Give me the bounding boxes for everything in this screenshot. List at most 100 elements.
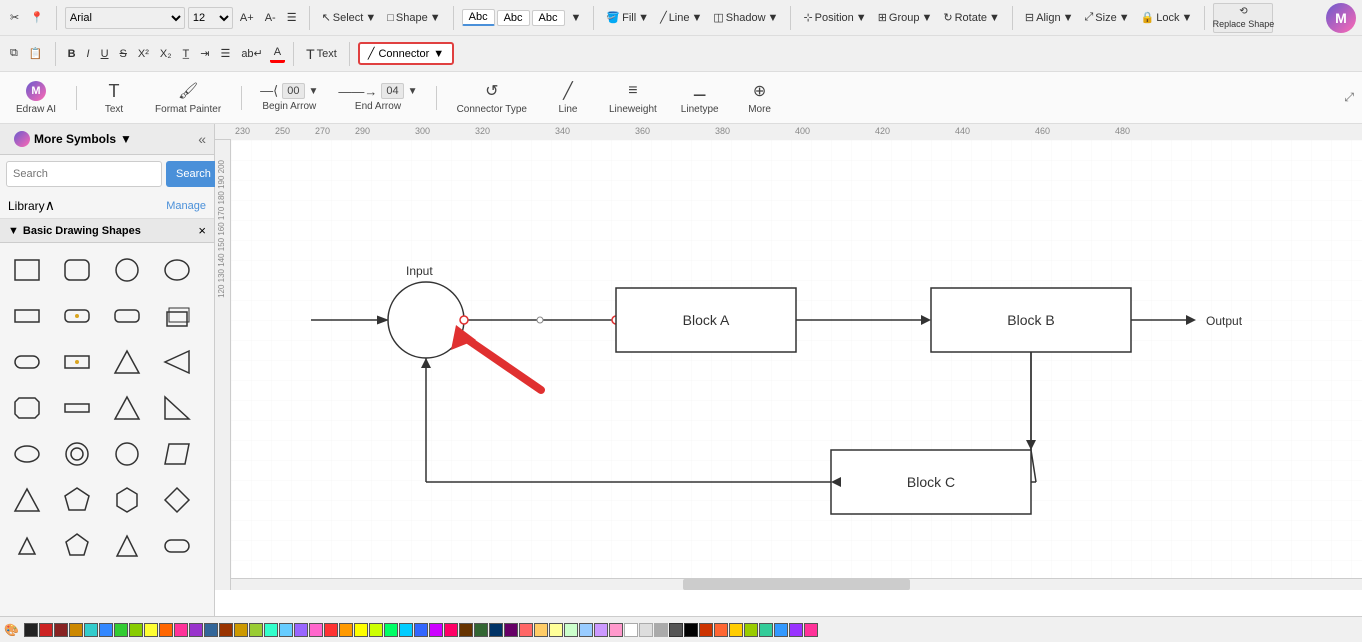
replace-shape-button[interactable]: ⟲ Replace Shape [1213,3,1273,33]
color-dodgerblue[interactable] [774,623,788,637]
color-deeppink[interactable] [804,623,818,637]
text-format-button[interactable]: T̲ [178,46,193,62]
color-red2[interactable] [54,623,68,637]
shape-pentagon2[interactable] [56,525,98,567]
strikethrough-button[interactable]: S [116,46,131,62]
shape-rounded-rect2[interactable] [56,295,98,337]
styles-more-button[interactable]: ▼ [567,10,586,26]
italic-button[interactable]: I [83,46,94,62]
color-gray[interactable] [654,623,668,637]
shape-triangle2[interactable] [106,387,148,429]
color-orange2[interactable] [159,623,173,637]
color-magenta[interactable] [444,623,458,637]
align-button[interactable]: ☰ [283,9,301,26]
cut-button[interactable]: ✂ [6,9,23,26]
select-button[interactable]: ↖ Select ▼ [318,9,381,26]
color-bar-icon[interactable]: 🎨 [4,623,19,637]
shape-right-triangle[interactable] [156,387,198,429]
size-button[interactable]: ⤢ Size ▼ [1080,9,1133,26]
position-button[interactable]: ⊹ Position ▼ [799,9,870,26]
font-size-select[interactable]: 12 [188,7,233,29]
connector-type-tool[interactable]: ↺ Connector Type [449,78,535,117]
list-indent-button[interactable]: ⇥ [196,45,213,62]
color-red1[interactable] [39,623,53,637]
color-lavender[interactable] [294,623,308,637]
shape-circle2[interactable] [106,433,148,475]
color-blueviolet[interactable] [789,623,803,637]
shape-triangle-right[interactable] [156,341,198,383]
style-abc1[interactable]: Abc [462,9,495,26]
style-abc2[interactable]: Abc [497,10,530,26]
color-lightgray[interactable] [639,623,653,637]
style-abc3[interactable]: Abc [532,10,565,26]
scroll-thumb-h[interactable] [683,579,909,590]
subscript-button[interactable]: X₂ [156,46,176,62]
color-azure[interactable] [399,623,413,637]
color-green2[interactable] [129,623,143,637]
text-tool-r3[interactable]: T Text [89,78,139,117]
format-painter-tool[interactable]: 🖌 Format Painter [147,78,229,117]
line-tool[interactable]: ╱ Line [543,78,593,117]
shape-circle[interactable] [106,249,148,291]
color-honeydew[interactable] [564,623,578,637]
color-wisteria[interactable] [594,623,608,637]
color-pink[interactable] [174,623,188,637]
color-yellow[interactable] [144,623,158,637]
list-button[interactable]: ☰ [216,45,234,62]
shape-rect-small[interactable] [6,295,48,337]
shape-rounded-ends[interactable] [156,525,198,567]
shape-chamfer-rect[interactable] [6,387,48,429]
text-tool-button[interactable]: T Text [302,44,341,64]
color-white[interactable] [624,623,638,637]
color-yellowgreen[interactable] [744,623,758,637]
shape-pentagon[interactable] [56,479,98,521]
color-teal[interactable] [84,623,98,637]
shape-rectangle[interactable] [6,249,48,291]
color-spring[interactable] [384,623,398,637]
paste-button[interactable]: 📋 [25,45,47,62]
color-darkgray[interactable] [669,623,683,637]
more-tool[interactable]: ⊕ More [735,78,785,117]
edraw-ai-tool[interactable]: M Edraw AI [8,78,64,117]
line-button[interactable]: ╱ Line ▼ [656,9,706,26]
shape-parallelogram[interactable] [156,433,198,475]
shape-triangle[interactable] [106,341,148,383]
shape-oval[interactable] [156,249,198,291]
copy-button[interactable]: ⧉ [6,45,22,62]
horizontal-scrollbar[interactable] [231,578,1362,590]
collapse-panel-button[interactable]: « [198,131,206,147]
color-mediumspring[interactable] [759,623,773,637]
group-button[interactable]: ⊞ Group ▼ [874,9,937,26]
color-green1[interactable] [114,623,128,637]
pin-button[interactable]: 📍 [26,9,48,26]
color-yellow2[interactable] [354,623,368,637]
color-gold[interactable] [234,623,248,637]
color-chartreuse[interactable] [369,623,383,637]
shape-ring[interactable] [56,433,98,475]
color-steel[interactable] [204,623,218,637]
color-lightyellow[interactable] [549,623,563,637]
align-text-button[interactable]: ab↵ [237,45,266,62]
manage-label[interactable]: Manage [166,200,206,212]
color-indigo[interactable] [504,623,518,637]
shadow-button[interactable]: ◫ Shadow ▼ [709,9,782,26]
color-navy[interactable] [489,623,503,637]
end-arrow-dropdown[interactable]: ——→ 04 ▼ End Arrow [332,81,423,114]
color-cornflower[interactable] [579,623,593,637]
color-blue[interactable] [99,623,113,637]
bold-button[interactable]: B [64,46,80,62]
search-button[interactable]: Search [166,161,221,187]
underline-button[interactable]: U [97,46,113,62]
shape-rounded-rect3[interactable] [106,295,148,337]
color-sunflower[interactable] [729,623,743,637]
color-skyblue[interactable] [279,623,293,637]
color-amber[interactable] [339,623,353,637]
color-coral[interactable] [714,623,728,637]
color-orange[interactable] [69,623,83,637]
color-brown[interactable] [219,623,233,637]
lock-button[interactable]: 🔒 Lock ▼ [1137,9,1197,26]
search-input[interactable] [6,161,162,187]
lineweight-tool[interactable]: ≡ Lineweight [601,78,665,117]
shape-ellipse-small[interactable] [6,433,48,475]
shape-rounded-rect[interactable] [56,249,98,291]
